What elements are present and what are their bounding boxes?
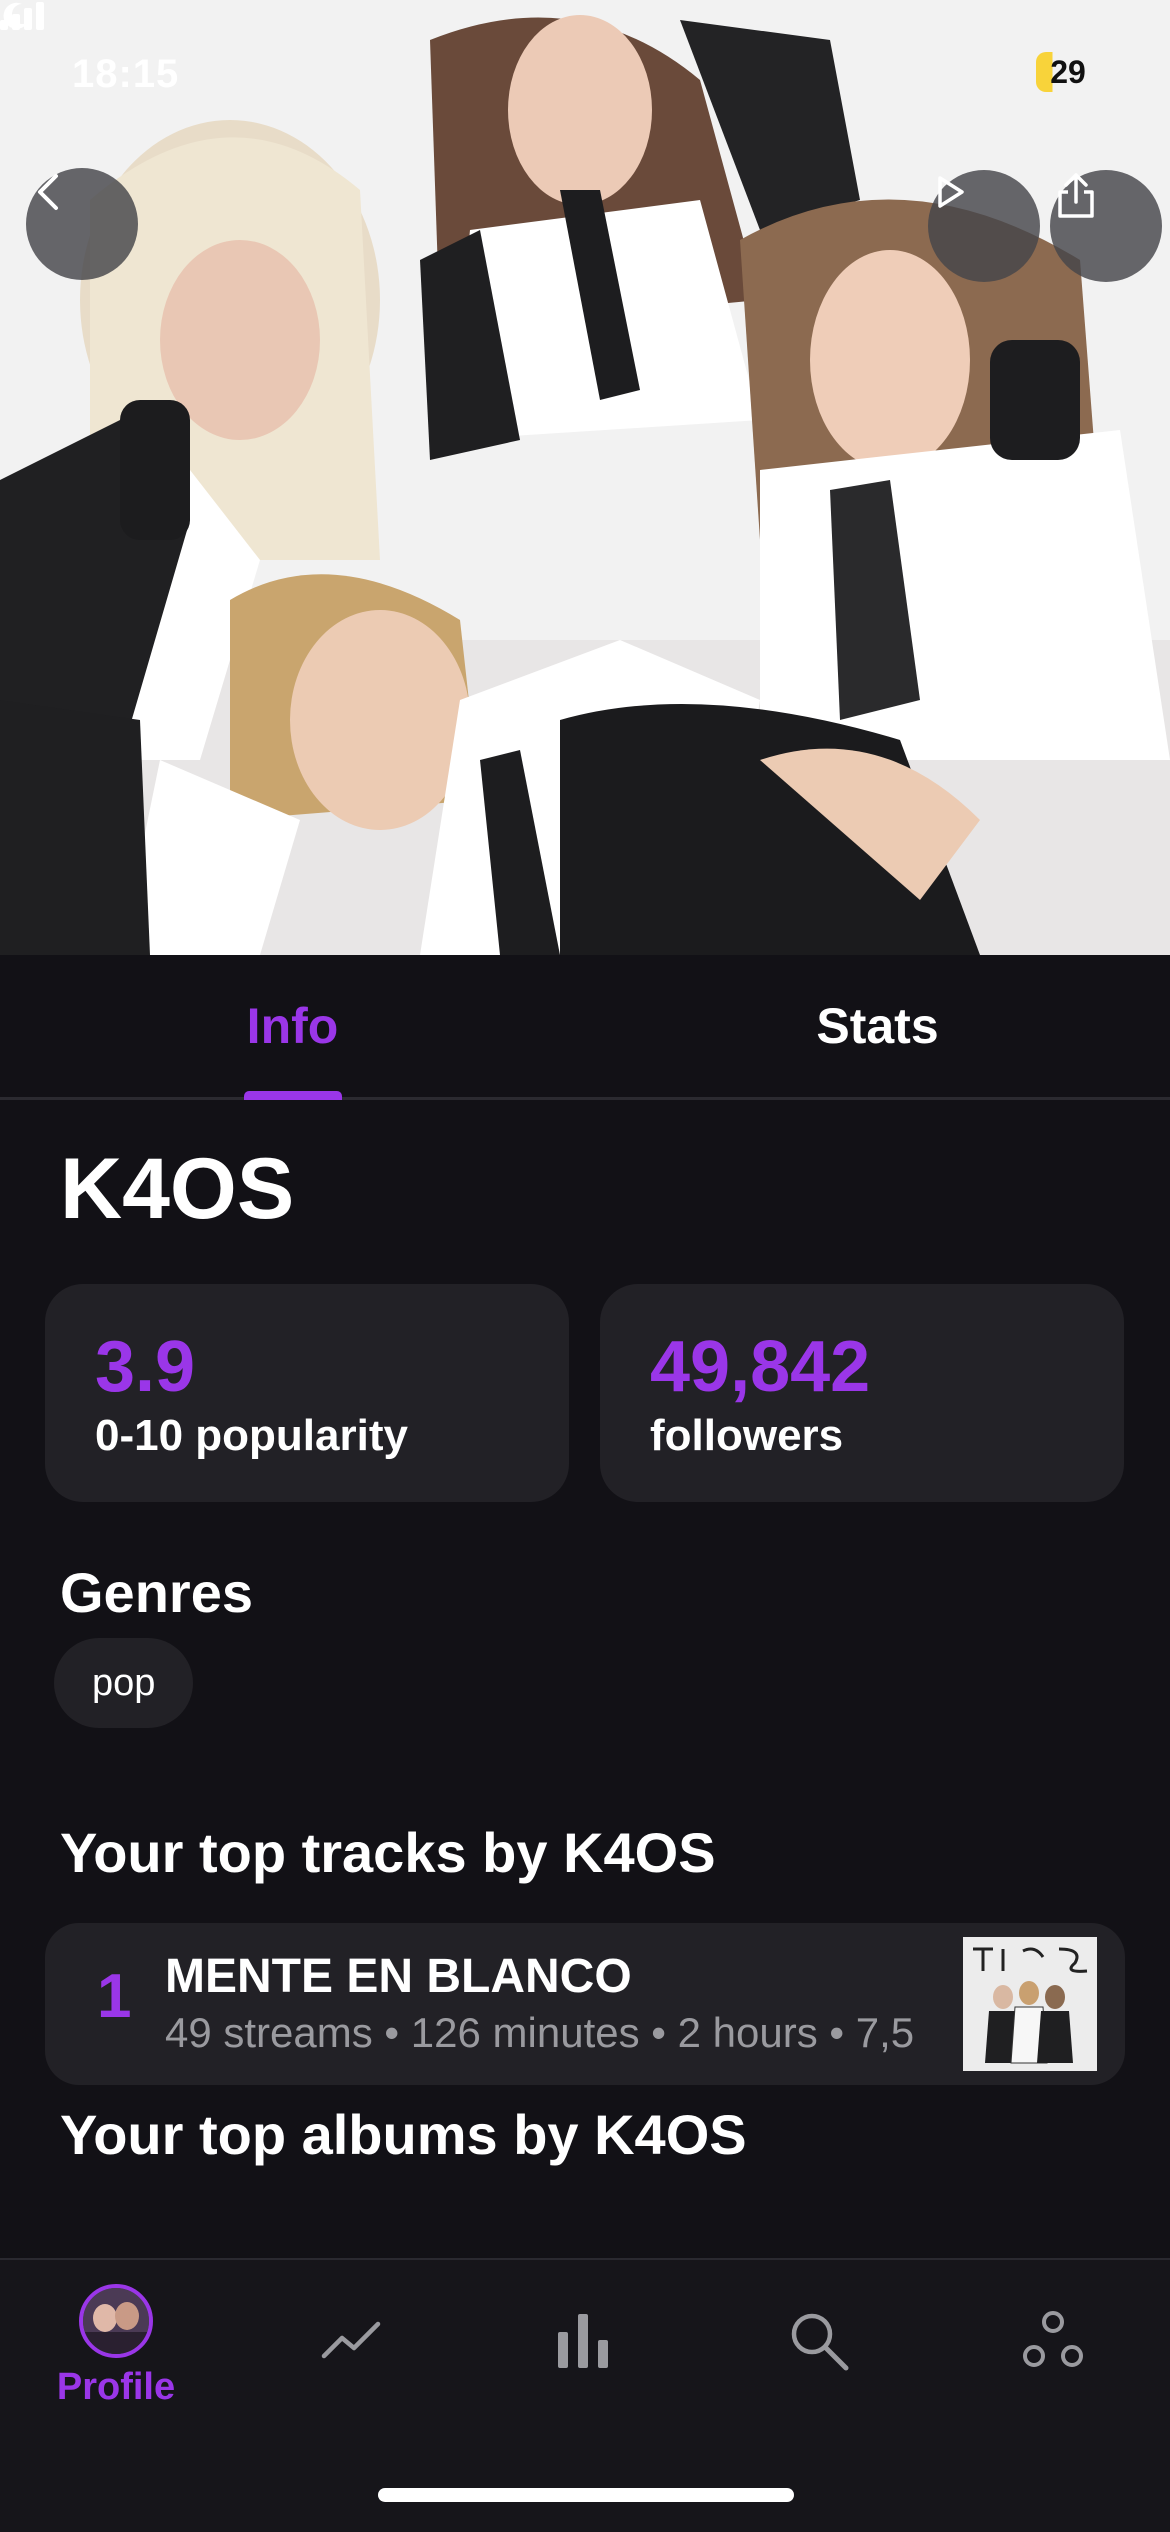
- back-button[interactable]: [26, 168, 138, 280]
- followers-label: followers: [650, 1411, 844, 1460]
- popularity-card: 3.9 0-10 popularity: [45, 1284, 569, 1502]
- trend-line-icon[interactable]: [318, 2308, 384, 2374]
- bar-chart-icon[interactable]: [552, 2308, 618, 2374]
- play-icon: [938, 176, 964, 208]
- signal-icon: [0, 2, 44, 30]
- tab-stats[interactable]: Stats: [585, 955, 1170, 1097]
- play-button[interactable]: [928, 170, 1040, 282]
- genre-chip[interactable]: pop: [54, 1638, 194, 1728]
- search-icon[interactable]: [786, 2308, 852, 2374]
- friends-icon[interactable]: [1020, 2308, 1086, 2374]
- tab-info[interactable]: Info: [0, 955, 585, 1097]
- top-tracks-title: Your top tracks by K4OS: [60, 1821, 716, 1884]
- track-meta: 49 streams • 126 minutes • 2 hours • 7,5: [165, 2009, 915, 2056]
- track-title: MENTE EN BLANCO: [165, 1950, 632, 2003]
- profile-avatar: [79, 2284, 153, 2358]
- tab-bar: Info Stats: [0, 955, 1170, 1100]
- artist-name: K4OS: [60, 1141, 295, 1237]
- popularity-value: 3.9: [95, 1327, 196, 1407]
- followers-card: 49,842 followers: [600, 1284, 1124, 1502]
- share-icon: [1058, 173, 1094, 218]
- artist-screen: 18:15 29 Info Stats K4OS 3.9 0-10 popula…: [0, 0, 1170, 2532]
- artist-group-photo: [0, 0, 1170, 955]
- top-albums-title: Your top albums by K4OS: [60, 2103, 747, 2166]
- track-album-art: [963, 1937, 1097, 2071]
- genres-title: Genres: [60, 1561, 253, 1624]
- track-row[interactable]: 1 MENTE EN BLANCO 49 streams • 126 minut…: [45, 1923, 1125, 2085]
- status-time: 18:15: [72, 52, 180, 96]
- track-rank: 1: [97, 1962, 132, 2031]
- popularity-label: 0-10 popularity: [95, 1411, 408, 1460]
- home-indicator[interactable]: [378, 2488, 794, 2502]
- nav-profile[interactable]: Profile: [40, 2260, 192, 2430]
- active-tab-indicator: [244, 1091, 342, 1100]
- battery-indicator: 29: [1036, 52, 1100, 92]
- chevron-left-icon: [38, 174, 58, 210]
- nav-profile-label: Profile: [56, 2366, 176, 2408]
- followers-value: 49,842: [650, 1327, 871, 1407]
- avatar-image: [83, 2288, 149, 2354]
- album-art-thumbnail: [963, 1937, 1097, 2071]
- share-button[interactable]: [1050, 170, 1162, 282]
- artist-hero-image: 18:15 29: [0, 0, 1170, 955]
